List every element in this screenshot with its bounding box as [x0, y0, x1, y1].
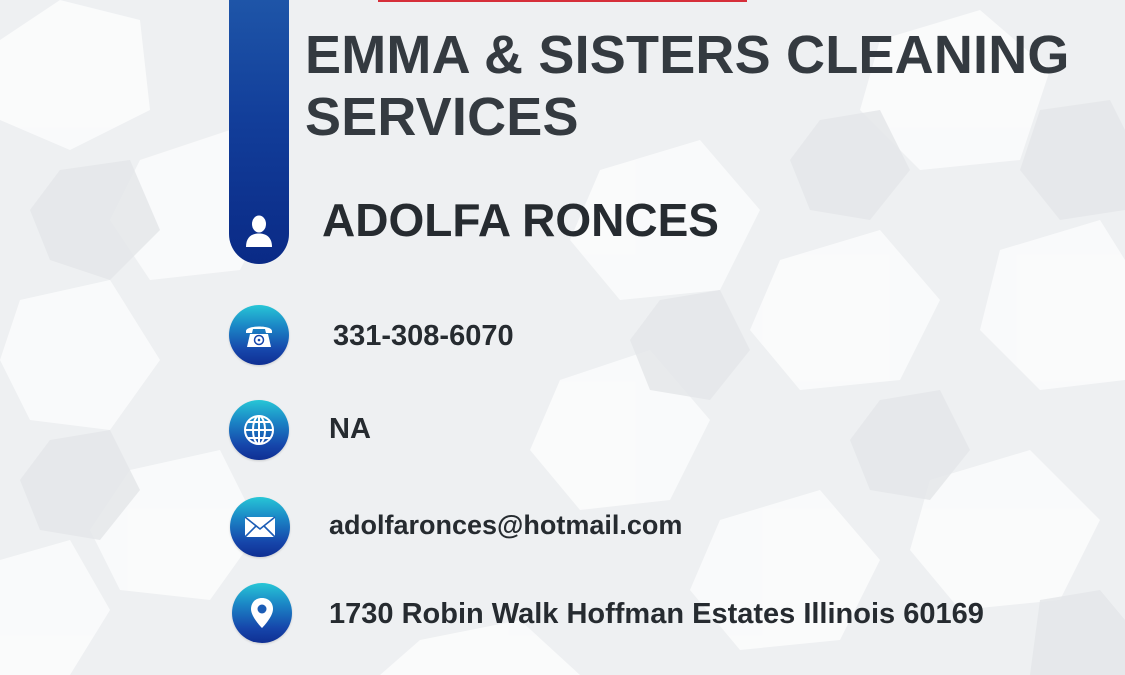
email-icon-badge [230, 497, 290, 557]
person-icon [246, 215, 272, 247]
location-pin-icon [251, 598, 273, 628]
email-address[interactable]: adolfaronces@hotmail.com [329, 508, 682, 542]
phone-icon-badge [229, 305, 289, 365]
company-name: EMMA & SISTERS CLEANING SERVICES [305, 25, 1070, 147]
website-text[interactable]: NA [329, 411, 371, 447]
street-address[interactable]: 1730 Robin Walk Hoffman Estates Illinois… [329, 596, 984, 632]
person-name: ADOLFA RONCES [322, 194, 719, 246]
phone-icon [246, 326, 272, 347]
address-icon-badge [232, 583, 292, 643]
envelope-icon [244, 516, 276, 538]
phone-number[interactable]: 331-308-6070 [333, 318, 514, 354]
accent-red-line [378, 0, 747, 2]
website-icon-badge [229, 400, 289, 460]
globe-icon [244, 415, 274, 445]
